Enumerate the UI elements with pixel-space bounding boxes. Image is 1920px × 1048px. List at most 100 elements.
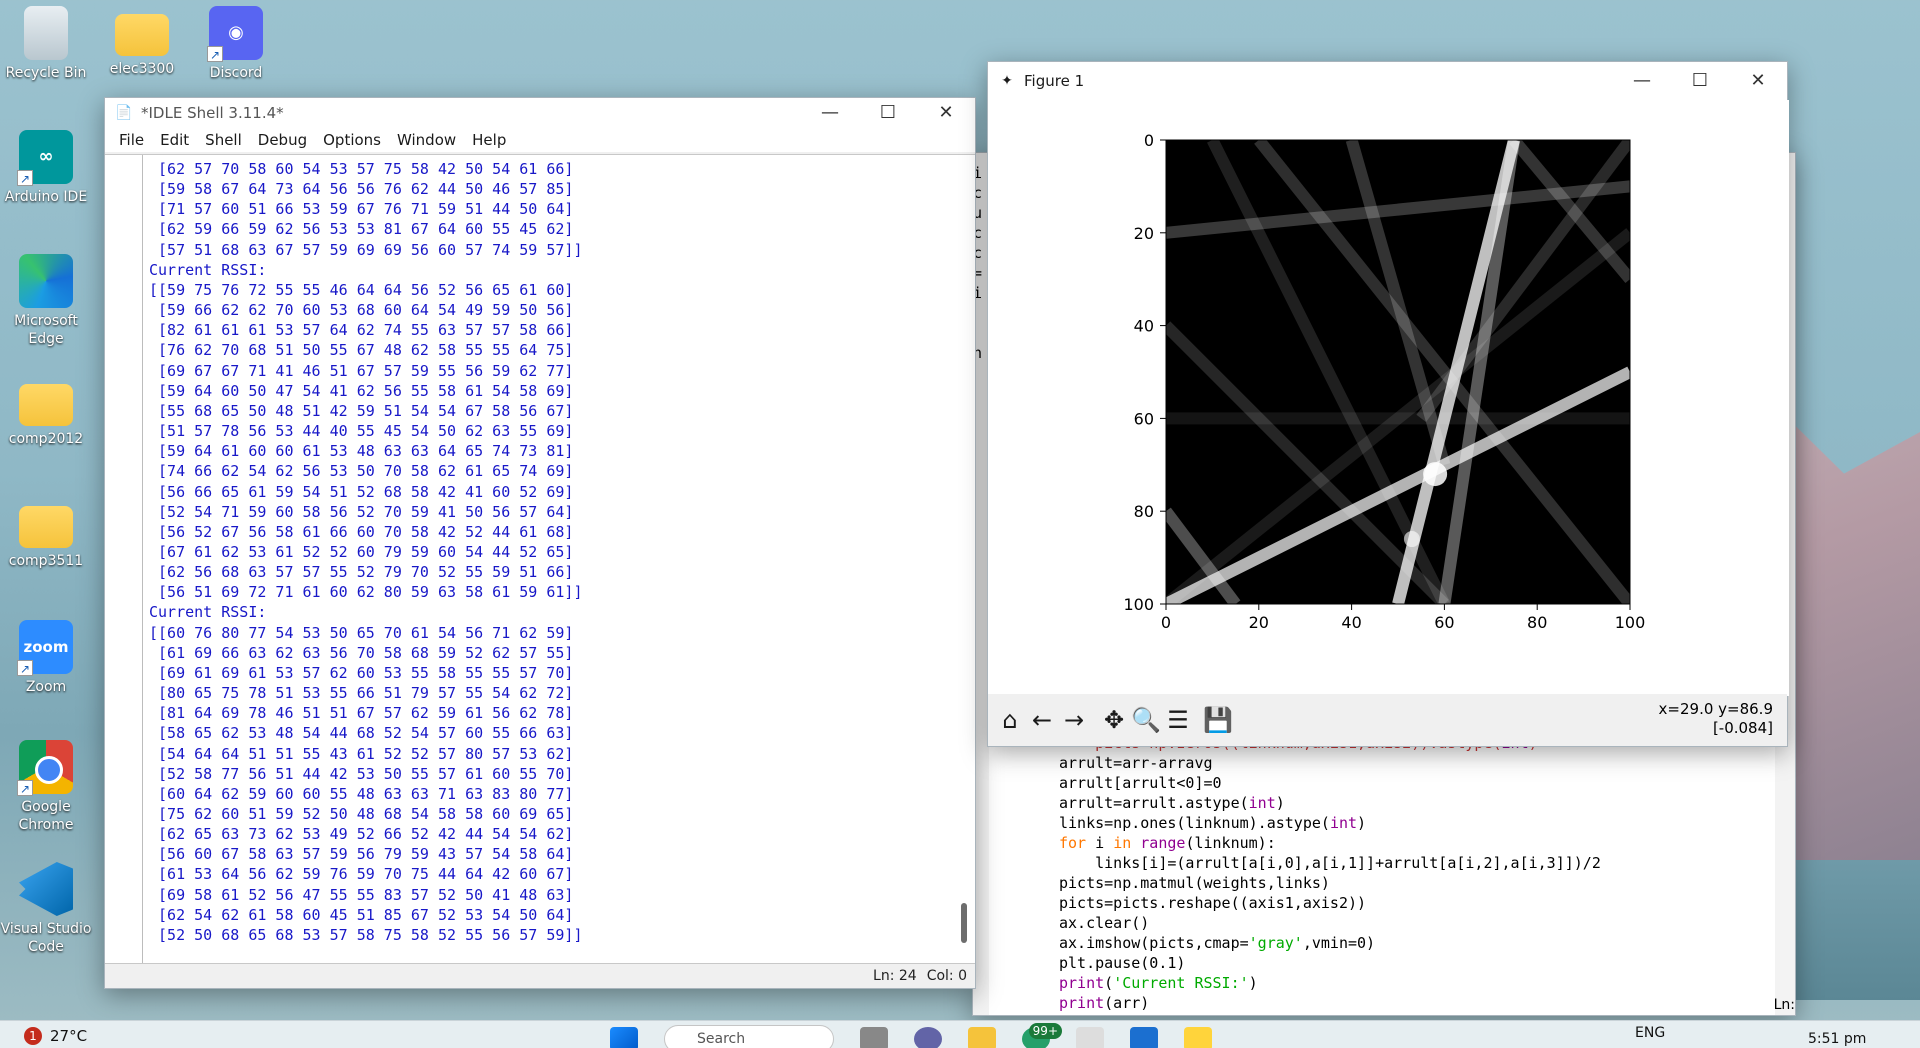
shell-output-area[interactable]: [62 57 70 58 60 54 53 57 75 58 42 50 54 … xyxy=(105,154,975,964)
shell-output-line: [56 66 65 61 59 54 51 52 68 58 42 41 60 … xyxy=(149,482,574,501)
shell-output-line: [61 69 66 63 62 63 56 70 58 68 59 52 62 … xyxy=(149,643,574,662)
cursor-value: [-0.084] xyxy=(1712,719,1773,737)
shell-output-line: [69 58 61 52 56 47 55 55 83 57 52 50 41 … xyxy=(149,885,574,904)
desktop-icon-comp2012[interactable]: comp2012 xyxy=(0,376,92,448)
shell-output-line: [61 53 64 56 62 59 76 59 70 75 44 64 42 … xyxy=(149,865,574,884)
store-icon[interactable] xyxy=(1130,1027,1158,1048)
forward-icon[interactable]: → xyxy=(1058,704,1090,736)
code-line: ax.imshow(picts,cmap='gray',vmin=0) xyxy=(1059,934,1376,952)
shell-output-line: [54 64 64 51 51 55 43 61 52 52 57 80 57 … xyxy=(149,744,574,763)
clock[interactable]: 5:51 pm xyxy=(1808,1031,1866,1047)
minimize-button[interactable]: — xyxy=(1613,66,1671,96)
shortcut-arrow-icon: ↗ xyxy=(17,660,33,676)
x-tick-label: 40 xyxy=(1341,613,1361,632)
shell-output-line: [[59 75 76 72 55 55 46 64 64 56 52 56 65… xyxy=(149,280,574,299)
weather-temp: 27°C xyxy=(50,1027,88,1045)
desktop-icon-edge[interactable]: Microsoft Edge xyxy=(0,254,92,348)
x-tick-label: 20 xyxy=(1249,613,1269,632)
y-tick-label: 80 xyxy=(1134,502,1154,521)
zoom-icon[interactable]: 🔍 xyxy=(1130,704,1162,736)
close-button[interactable]: ✕ xyxy=(917,98,975,128)
whatsapp-icon[interactable]: 99+ xyxy=(1022,1023,1062,1048)
desktop-icon-label: Discord xyxy=(209,65,263,81)
vertical-scrollbar[interactable] xyxy=(957,155,969,963)
configure-icon[interactable]: ☰ xyxy=(1162,704,1194,736)
vscode-icon xyxy=(19,862,73,916)
shell-output-text[interactable]: [62 57 70 58 60 54 53 57 75 58 42 50 54 … xyxy=(149,159,951,963)
discord-icon: ◉ ↗ xyxy=(207,6,263,62)
menu-debug[interactable]: Debug xyxy=(252,131,317,149)
y-tick-label: 20 xyxy=(1134,224,1154,243)
desktop-icon-arduino[interactable]: ∞ ↗ Arduino IDE xyxy=(0,130,92,206)
desktop-icon-recycle-bin[interactable]: Recycle Bin xyxy=(0,6,92,82)
shell-output-line: [[60 76 80 77 54 53 50 65 70 61 54 56 71… xyxy=(149,623,574,642)
document-icon[interactable] xyxy=(1076,1027,1104,1048)
imshow-plot[interactable]: 0 20 40 60 80 100 0 20 40 60 80 100 xyxy=(988,100,1789,696)
desktop-icon-elec3300[interactable]: elec3300 xyxy=(96,6,188,78)
shell-output-line: [58 65 62 53 48 54 44 68 52 54 57 60 55 … xyxy=(149,724,574,743)
shell-output-line: [69 67 67 71 41 46 51 67 57 59 55 56 59 … xyxy=(149,361,574,380)
menu-file[interactable]: File xyxy=(113,131,154,149)
desktop-icon-zoom[interactable]: zoom ↗ Zoom xyxy=(0,620,92,696)
shell-output-line: [80 65 75 78 51 53 55 66 51 79 57 55 54 … xyxy=(149,684,574,703)
menu-edit[interactable]: Edit xyxy=(154,131,199,149)
x-tick-label: 0 xyxy=(1161,613,1171,632)
code-line: arrult=arr-arravg xyxy=(1059,754,1213,772)
idle-shell-window[interactable]: 📄 *IDLE Shell 3.11.4* — ☐ ✕ File Edit Sh… xyxy=(104,97,976,989)
taskbar-search[interactable]: Search xyxy=(664,1025,834,1048)
editor-line-indicator: Ln: xyxy=(1773,997,1795,1013)
python-idle-icon[interactable] xyxy=(1184,1027,1212,1048)
minimize-button[interactable]: — xyxy=(801,98,859,128)
shell-output-line: [55 68 65 50 48 51 42 59 51 54 54 67 58 … xyxy=(149,401,574,420)
home-icon[interactable]: ⌂ xyxy=(994,704,1026,736)
weather-widget[interactable]: 1 27°C xyxy=(24,1027,87,1045)
shortcut-arrow-icon: ↗ xyxy=(207,46,223,62)
idle-menubar: File Edit Shell Debug Options Window Hel… xyxy=(105,128,975,152)
editor-status-bar: Ln: xyxy=(973,995,1795,1015)
shell-output-line: [59 64 60 50 47 54 41 62 56 55 58 61 54 … xyxy=(149,381,574,400)
arduino-icon: ∞ ↗ xyxy=(17,130,73,186)
y-tick-label: 0 xyxy=(1144,131,1154,150)
figure-titlebar[interactable]: ✦ Figure 1 — ☐ ✕ xyxy=(988,62,1787,100)
figure-window[interactable]: ✦ Figure 1 — ☐ ✕ 0 20 40 60 80 100 0 20 40 60 80 1… xyxy=(987,61,1789,747)
desktop-icon-label: comp3511 xyxy=(8,553,84,569)
shell-output-line: [62 59 66 59 62 56 53 53 81 67 64 60 55 … xyxy=(149,220,574,239)
language-indicator[interactable]: ENG xyxy=(1635,1025,1665,1041)
scrollbar-thumb[interactable] xyxy=(961,903,967,943)
start-icon[interactable] xyxy=(610,1027,638,1048)
shell-output-line: [52 50 68 65 68 53 57 58 75 58 52 55 56 … xyxy=(149,925,583,944)
code-line: picts=picts.reshape((axis1,axis2)) xyxy=(1059,894,1367,912)
task-view-icon[interactable] xyxy=(860,1027,888,1048)
editor-code-area[interactable]: picts=np.zeros((linknum,axis1,axis2)).as… xyxy=(989,733,1775,1015)
shell-label-line: Current RSSI: xyxy=(149,603,267,622)
menu-help[interactable]: Help xyxy=(466,131,516,149)
menu-shell[interactable]: Shell xyxy=(199,131,252,149)
teams-icon[interactable] xyxy=(914,1027,942,1048)
shell-output-line: [56 60 67 58 63 57 59 56 79 59 43 57 54 … xyxy=(149,845,574,864)
close-button[interactable]: ✕ xyxy=(1729,66,1787,96)
desktop-icon-discord[interactable]: ◉ ↗ Discord xyxy=(190,6,282,82)
desktop-icon-vscode[interactable]: Visual Studio Code xyxy=(0,862,92,956)
desktop-icon-label: Arduino IDE xyxy=(4,189,88,205)
desktop-icon-comp3511[interactable]: comp3511 xyxy=(0,498,92,570)
shortcut-arrow-icon: ↗ xyxy=(17,780,33,796)
x-tick-label: 60 xyxy=(1434,613,1454,632)
figure-canvas[interactable]: 0 20 40 60 80 100 0 20 40 60 80 100 xyxy=(988,100,1789,696)
y-tick-label: 60 xyxy=(1134,409,1154,428)
maximize-button[interactable]: ☐ xyxy=(1671,66,1729,96)
back-icon[interactable]: ← xyxy=(1026,704,1058,736)
idle-titlebar[interactable]: 📄 *IDLE Shell 3.11.4* — ☐ ✕ xyxy=(105,98,975,128)
line-number: Ln: 24 xyxy=(873,968,917,984)
maximize-button[interactable]: ☐ xyxy=(859,98,917,128)
desktop-icon-label: comp2012 xyxy=(8,431,84,447)
desktop-icon-chrome[interactable]: ↗ Google Chrome xyxy=(0,740,92,834)
save-icon[interactable]: 💾 xyxy=(1202,704,1234,736)
shell-output-line: [59 66 62 62 70 60 53 68 60 64 54 49 59 … xyxy=(149,301,574,320)
pan-icon[interactable]: ✥ xyxy=(1098,704,1130,736)
menu-window[interactable]: Window xyxy=(391,131,466,149)
file-explorer-icon[interactable] xyxy=(968,1027,996,1048)
code-line: print('Current RSSI:') xyxy=(1059,974,1258,992)
menu-options[interactable]: Options xyxy=(317,131,391,149)
x-axis: 0 20 40 60 80 100 xyxy=(1161,604,1645,632)
shell-output-line: [62 57 70 58 60 54 53 57 75 58 42 50 54 … xyxy=(149,160,574,178)
